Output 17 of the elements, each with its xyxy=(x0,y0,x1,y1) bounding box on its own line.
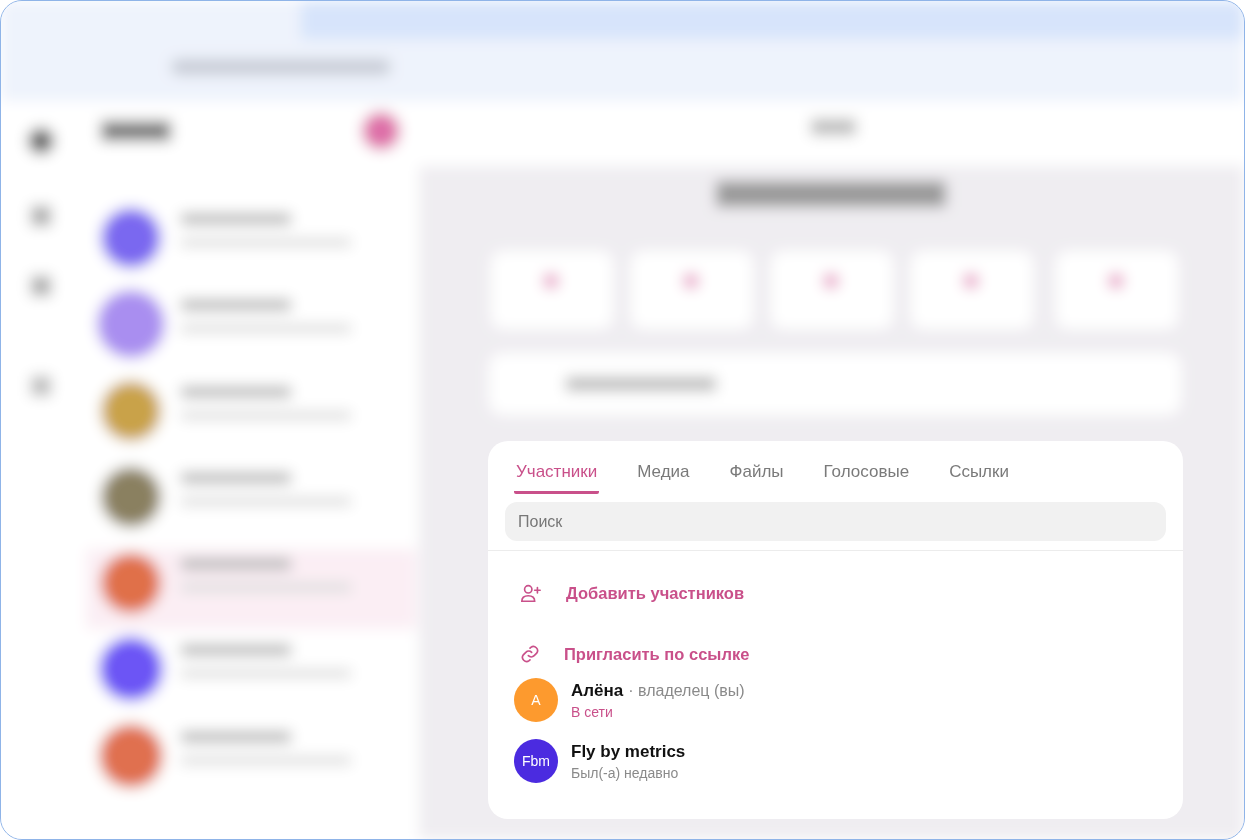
member-status: В сети xyxy=(571,703,614,720)
tab[interactable]: Участники xyxy=(514,455,600,494)
avatar: A xyxy=(514,678,558,722)
add-person-icon xyxy=(520,582,542,604)
tab[interactable]: Медиа xyxy=(635,455,692,494)
invite-link-button[interactable]: Пригласить по ссылке xyxy=(520,638,1183,670)
member-name: Алёна xyxy=(571,680,624,701)
member-name: Fly by metrics xyxy=(571,741,686,762)
tab[interactable]: Ссылки xyxy=(947,455,1011,494)
tab[interactable]: Голосовые xyxy=(821,455,912,494)
add-members-button[interactable]: Добавить участников xyxy=(520,577,1183,609)
avatar: Fbm xyxy=(514,739,558,783)
search-field[interactable]: Поиск xyxy=(505,502,1166,541)
tab[interactable]: Файлы xyxy=(727,455,786,494)
link-icon xyxy=(520,644,540,664)
member-status: Был(-а) недавно xyxy=(571,764,680,781)
member-role: · владелец (вы) xyxy=(628,681,745,700)
